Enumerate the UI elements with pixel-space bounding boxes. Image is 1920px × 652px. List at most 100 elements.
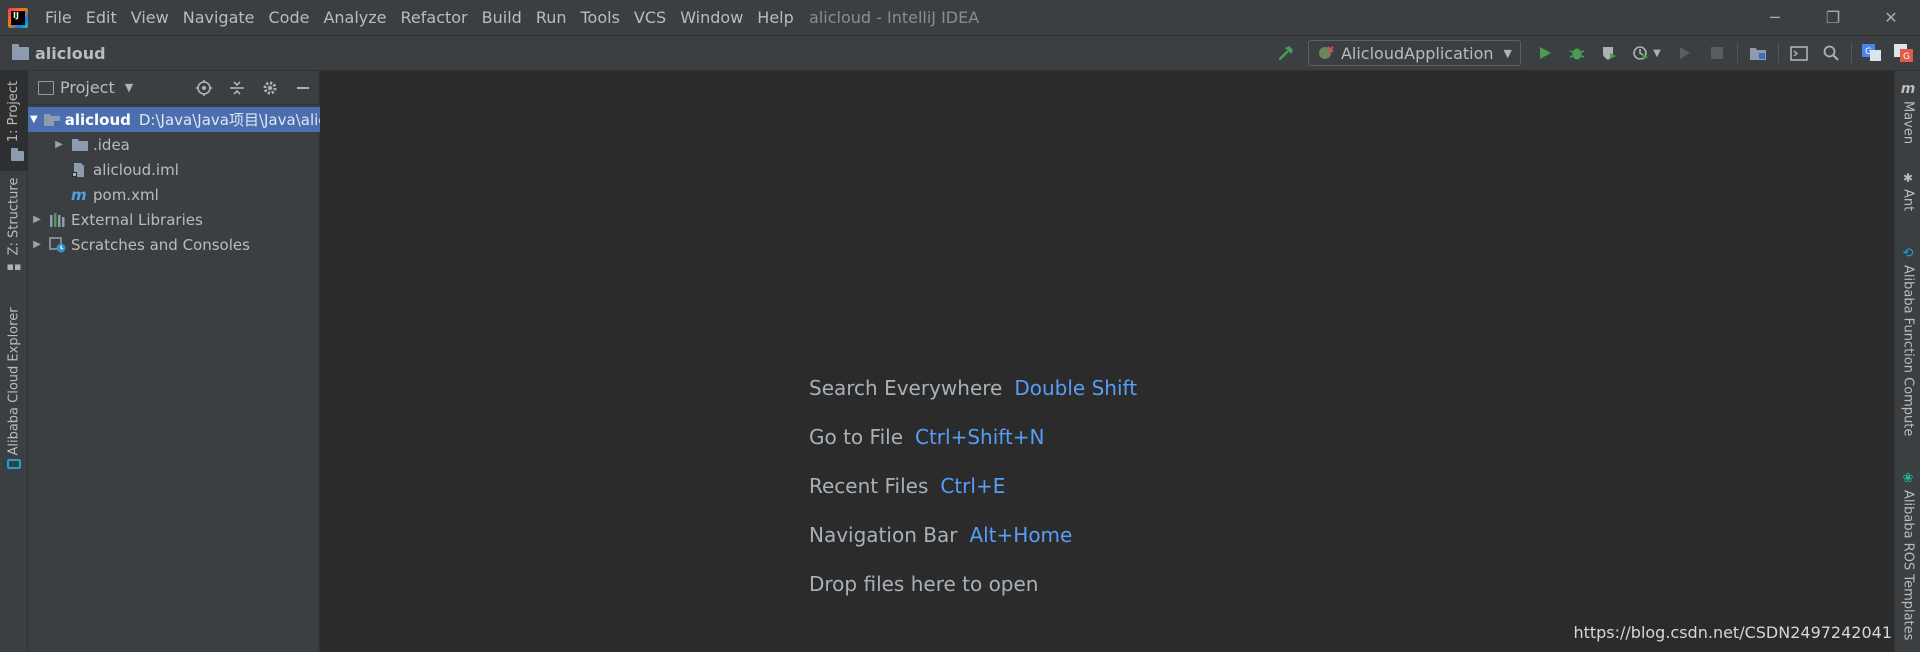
tree-row-pom-xml[interactable]: m pom.xml [28, 182, 320, 207]
hint-label: Go to File [809, 424, 903, 449]
tab-project-label: 1: Project [6, 80, 22, 142]
tab-alibaba-cloud-explorer-label: Alibaba Cloud Explorer [6, 306, 22, 456]
iml-file-icon [71, 162, 89, 178]
tab-project[interactable]: 1: Project [0, 71, 28, 171]
terminal-window-icon[interactable] [1783, 36, 1815, 70]
maven-icon: m [1900, 81, 1916, 97]
menu-file[interactable]: File [38, 0, 79, 35]
project-structure-icon[interactable] [1742, 36, 1774, 70]
tree-row-idea[interactable]: ▶ .idea [28, 132, 320, 157]
function-compute-icon: ⟲ [1902, 246, 1914, 261]
resume-disabled-icon[interactable] [1669, 36, 1701, 70]
ros-templates-icon: ❀ [1902, 471, 1914, 486]
google-translate-icon[interactable]: G [1888, 36, 1920, 70]
breadcrumb[interactable]: alicloud [12, 43, 106, 63]
hint-search-everywhere: Search Everywhere Double Shift [809, 363, 1137, 412]
run-with-coverage-icon[interactable] [1593, 36, 1625, 70]
hint-label: Recent Files [809, 473, 929, 498]
debug-bug-icon[interactable] [1561, 36, 1593, 70]
menu-code[interactable]: Code [262, 0, 317, 35]
tree-row-alicloud-iml[interactable]: alicloud.iml [28, 157, 320, 182]
hint-shortcut: Ctrl+Shift+N [915, 424, 1045, 449]
menu-window[interactable]: Window [673, 0, 750, 35]
hint-drop-files: Drop files here to open [809, 559, 1137, 608]
search-icon[interactable] [1815, 36, 1847, 70]
project-view-selector[interactable]: Project [60, 78, 115, 97]
menu-tools[interactable]: Tools [574, 0, 627, 35]
spring-boot-icon [1317, 44, 1335, 62]
alibaba-cloud-icon [7, 458, 21, 469]
project-tool-window: Project ▼ ▼ alicloud D:\Java\Java项目\Java… [28, 71, 320, 652]
tab-alibaba-ros-templates-label: Alibaba ROS Templates [1900, 490, 1916, 641]
stop-icon[interactable] [1701, 36, 1733, 70]
chevron-down-icon: ▼ [1503, 46, 1512, 60]
locate-file-icon[interactable] [187, 71, 220, 105]
tab-structure[interactable]: Z: Structure ▪▪ [0, 178, 28, 279]
ant-icon: ✱ [1902, 171, 1914, 185]
toolbar-separator [1737, 43, 1738, 63]
editor-area[interactable]: Search Everywhere Double Shift Go to Fil… [321, 71, 1894, 652]
run-configuration-selector[interactable]: AlicloudApplication ▼ [1307, 40, 1521, 66]
tab-maven-label: Maven [1900, 101, 1916, 145]
tab-alibaba-cloud-explorer[interactable]: Alibaba Cloud Explorer [0, 307, 28, 471]
menu-edit[interactable]: Edit [79, 0, 124, 35]
run-configuration-label: AlicloudApplication [1340, 43, 1494, 63]
chevron-down-icon[interactable]: ▼ [125, 81, 133, 94]
libraries-icon [49, 212, 67, 228]
restore-button[interactable]: ❐ [1804, 0, 1862, 35]
toolbar-separator [1778, 43, 1779, 63]
expand-arrow-icon[interactable]: ▶ [30, 239, 44, 250]
menu-view[interactable]: View [124, 0, 176, 35]
tab-alibaba-function-compute[interactable]: ⟲ Alibaba Function Compute [1895, 246, 1920, 436]
tree-label: pom.xml [93, 185, 159, 204]
menu-navigate[interactable]: Navigate [176, 0, 262, 35]
hint-go-to-file: Go to File Ctrl+Shift+N [809, 412, 1137, 461]
hint-label: Search Everywhere [809, 375, 1003, 400]
structure-icon: ▪▪ [6, 260, 22, 273]
navigation-toolbar: alicloud AlicloudApplication ▼ ▼ G G [0, 35, 1920, 71]
tree-label: alicloud [64, 110, 131, 129]
close-button[interactable]: ✕ [1862, 0, 1920, 35]
project-view-icon [38, 80, 54, 95]
tree-row-scratches[interactable]: ▶ Scratches and Consoles [28, 232, 320, 257]
folder-icon [71, 137, 89, 153]
menu-analyze[interactable]: Analyze [316, 0, 393, 35]
tree-label: External Libraries [71, 210, 203, 229]
build-hammer-icon[interactable] [1270, 36, 1302, 70]
menu-build[interactable]: Build [475, 0, 529, 35]
gear-icon[interactable] [253, 71, 286, 105]
minimize-button[interactable]: ─ [1746, 0, 1804, 35]
folder-icon [10, 147, 24, 161]
menu-run[interactable]: Run [529, 0, 574, 35]
project-panel-header: Project ▼ [28, 71, 319, 105]
hide-panel-icon[interactable] [286, 71, 319, 105]
tree-path: D:\Java\Java项目\Java\alicloud [138, 111, 320, 129]
menu-refactor[interactable]: Refactor [394, 0, 475, 35]
run-icon[interactable] [1529, 36, 1561, 70]
hint-label: Drop files here to open [809, 571, 1039, 596]
menu-help[interactable]: Help [750, 0, 800, 35]
toolbar-separator [1851, 43, 1852, 63]
maven-file-icon: m [71, 185, 87, 204]
scratches-icon [49, 236, 67, 253]
breadcrumb-project: alicloud [35, 43, 106, 63]
title-bar: IJ File Edit View Navigate Code Analyze … [0, 0, 1920, 35]
menu-vcs[interactable]: VCS [627, 0, 673, 35]
tree-row-alicloud[interactable]: ▼ alicloud D:\Java\Java项目\Java\alicloud [28, 107, 320, 132]
expand-arrow-icon[interactable]: ▶ [30, 214, 44, 225]
collapse-all-icon[interactable] [220, 71, 253, 105]
hint-label: Navigation Bar [809, 522, 958, 547]
tab-ant[interactable]: ✱ Ant [1895, 171, 1920, 211]
hint-recent-files: Recent Files Ctrl+E [809, 461, 1137, 510]
translate-plugin-icon[interactable]: G [1856, 36, 1888, 70]
expand-arrow-icon[interactable]: ▼ [30, 114, 38, 125]
svg-text:G: G [1903, 52, 1910, 62]
project-tree: ▼ alicloud D:\Java\Java项目\Java\alicloud … [28, 107, 320, 257]
tab-maven[interactable]: m Maven [1895, 81, 1920, 144]
tree-row-external-libraries[interactable]: ▶ External Libraries [28, 207, 320, 232]
profiler-icon[interactable]: ▼ [1625, 36, 1669, 70]
chevron-down-icon: ▼ [1653, 47, 1661, 59]
expand-arrow-icon[interactable]: ▶ [52, 139, 66, 150]
tab-alibaba-ros-templates[interactable]: ❀ Alibaba ROS Templates [1895, 471, 1920, 640]
tree-label: Scratches and Consoles [71, 235, 250, 254]
